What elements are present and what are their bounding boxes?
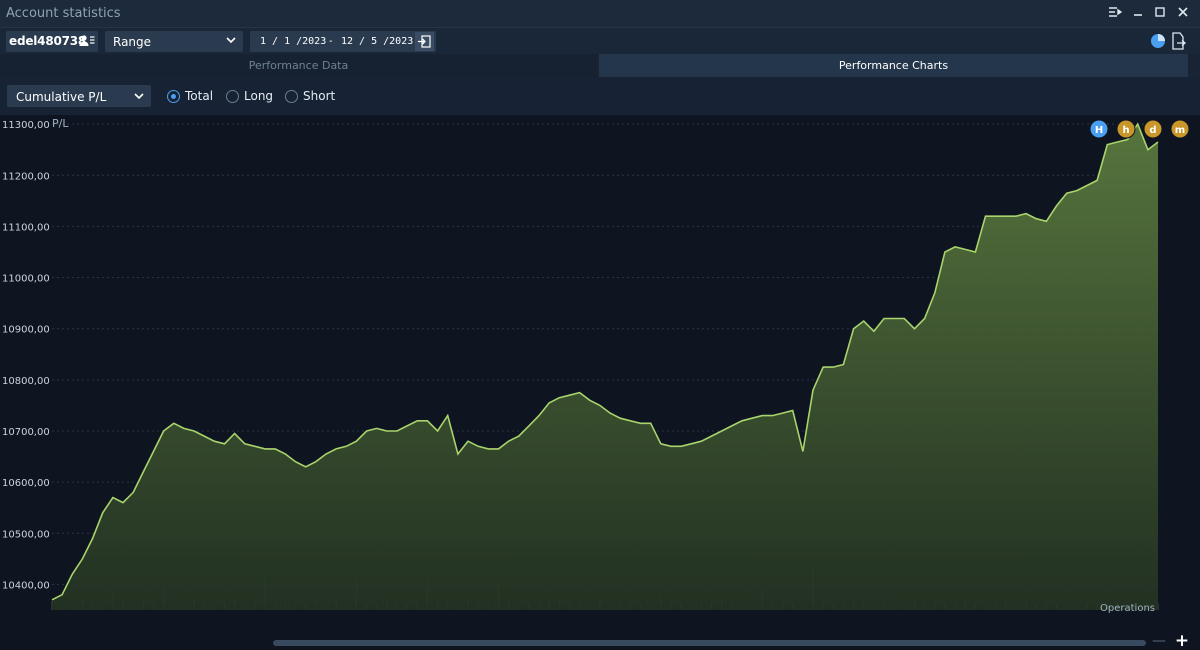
title-bar: Account statistics [0,0,1200,28]
y-axis-ticks: 10400,00 10500,00 10600,00 10700,00 10800,00… [2,120,50,591]
zoom-in-button[interactable]: + [1174,631,1190,650]
timeframe-button-month[interactable]: m [1170,119,1190,139]
maximize-icon[interactable] [1151,5,1169,23]
y-tick-label: 11000,00 [2,274,50,285]
cumulative-pl-chart: 10400,00 10500,00 10600,00 10700,00 10800,00… [2,117,1190,614]
date-range-picker[interactable]: 1 / 1 /2023 - 12 / 5 /2023 [250,31,436,52]
account-name: edel480738 [9,34,87,48]
pie-chart-icon[interactable] [1150,33,1166,49]
timeframe-button-label: h [1122,125,1129,136]
enter-icon [418,35,431,48]
range-select[interactable]: Range [105,31,243,52]
timeframe-button-label: d [1149,125,1156,136]
toolbar: edel480738 Range 1 / 1 /2023 - 12 / 5 /2… [0,28,1200,54]
window-title: Account statistics [6,6,121,21]
zoom-out-button[interactable]: — [1152,633,1166,649]
tab-bar: Performance Data Performance Charts [0,54,1200,77]
operations-label: Operations [1100,603,1155,614]
timeframe-button-label: m [1175,125,1185,136]
range-select-value: Range [113,35,152,49]
y-tick-label: 10400,00 [2,580,50,591]
account-selector[interactable]: edel480738 [6,31,98,52]
y-tick-label: 10600,00 [2,478,50,489]
account-statistics-window: Account statistics edel480738 Range 1 / … [0,0,1200,650]
radio-total-circle[interactable] [167,90,180,103]
date-to[interactable]: 12 / 5 /2023 [341,36,413,47]
tab-performance-charts[interactable]: Performance Charts [599,54,1188,77]
chart-scrollbar: — + [0,631,1200,650]
chevron-down-icon [226,37,236,44]
date-from[interactable]: 1 / 1 /2023 [260,36,326,47]
y-tick-label: 10700,00 [2,427,50,438]
metric-select-value: Cumulative P/L [16,90,107,104]
radio-long-label: Long [244,89,274,103]
close-icon[interactable] [1174,5,1192,23]
timeframe-button-label: H [1095,125,1103,136]
tab-performance-data[interactable]: Performance Data [0,54,597,77]
apply-range-button[interactable] [415,32,434,51]
timeframe-button-day[interactable]: d [1143,119,1163,139]
y-tick-label: 10900,00 [2,325,50,336]
radio-short-circle[interactable] [285,90,298,103]
y-axis-label: P/L [52,117,69,130]
y-tick-label: 10500,00 [2,529,50,540]
user-list-icon [79,35,95,46]
radio-short-label: Short [303,89,336,103]
export-icon[interactable] [1170,32,1186,50]
y-tick-label: 10800,00 [2,376,50,387]
scrollbar-thumb[interactable] [273,640,1146,646]
radio-total-label: Total [185,89,214,103]
timeframe-button-hourly[interactable]: H [1089,119,1109,139]
date-separator: - [329,36,333,47]
chart-area: 10400,00 10500,00 10600,00 10700,00 10800,00… [0,115,1200,635]
y-tick-label: 11300,00 [2,120,50,131]
y-tick-label: 11200,00 [2,171,50,182]
chevron-down-icon [134,93,144,100]
pl-area-fill [52,124,1158,610]
link-icon[interactable] [1106,5,1124,23]
minimize-icon[interactable] [1129,5,1147,23]
metric-select[interactable]: Cumulative P/L [7,85,151,107]
radio-long-circle[interactable] [226,90,239,103]
y-tick-label: 11100,00 [2,222,50,233]
chart-controls: Cumulative P/L Total Long Short [0,77,1200,115]
timeframe-button-hour[interactable]: h [1116,119,1136,139]
